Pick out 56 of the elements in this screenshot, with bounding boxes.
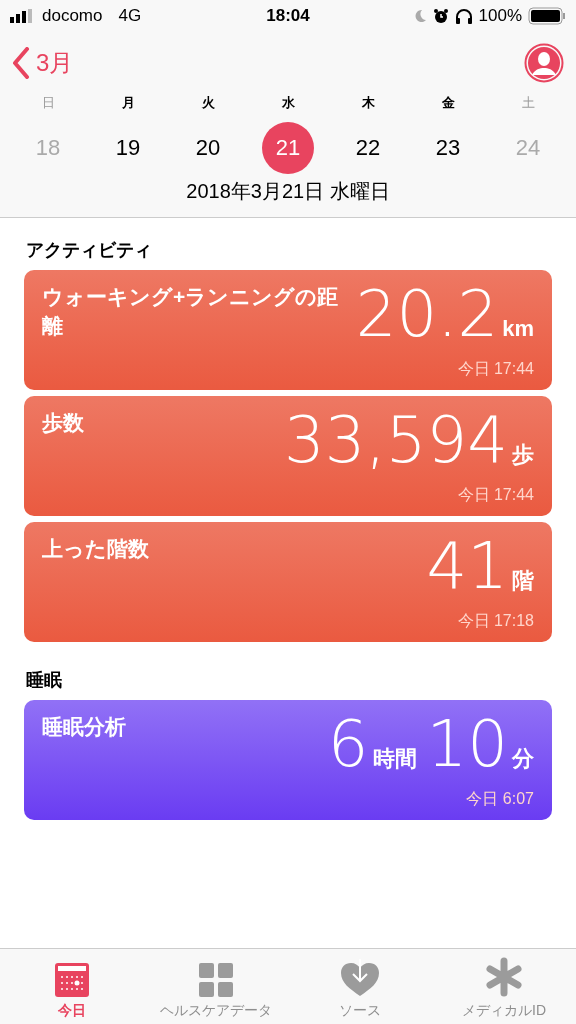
tab-button[interactable]: ソース bbox=[288, 949, 432, 1024]
metric-unit: 時間 bbox=[372, 745, 417, 773]
calendar-day[interactable]: 23 bbox=[422, 122, 474, 174]
carrier-name: docomo bbox=[42, 6, 103, 26]
weekday-label: 土 bbox=[521, 94, 535, 112]
full-date: 2018年3月21日 水曜日 bbox=[186, 180, 390, 202]
clock-time: 18:04 bbox=[266, 6, 310, 26]
metric-value: 6 bbox=[327, 712, 369, 776]
calendar-day[interactable]: 21 bbox=[262, 122, 314, 174]
battery-percentage: 100% bbox=[478, 6, 522, 26]
section-title: アクティビティ bbox=[25, 239, 153, 262]
network-type: 4G bbox=[118, 6, 142, 26]
calendar-day[interactable]: 24 bbox=[502, 122, 554, 174]
metric-value: 20.2 bbox=[355, 282, 499, 346]
metric-unit: 階 bbox=[512, 567, 534, 595]
section-title: 睡眠 bbox=[25, 669, 63, 692]
timestamp: 今日 17:44 bbox=[457, 359, 534, 379]
metric-label: 歩数 bbox=[42, 410, 84, 436]
grid-icon bbox=[199, 963, 233, 997]
timestamp: 今日 17:44 bbox=[457, 485, 534, 505]
tab-button[interactable]: ヘルスケアデータ bbox=[144, 949, 288, 1024]
heart-download-icon bbox=[340, 959, 380, 997]
calendar-day[interactable]: 22 bbox=[342, 122, 394, 174]
weekday-label: 木 bbox=[361, 94, 375, 112]
metric-card[interactable]: 歩数 33,594 歩 今日 17:44 bbox=[24, 396, 552, 516]
metric-unit: km bbox=[502, 316, 534, 342]
headphones-icon bbox=[454, 8, 473, 24]
weekday-label: 月 bbox=[121, 94, 135, 112]
chevron-left-icon bbox=[12, 47, 30, 79]
metric-label: 睡眠分析 bbox=[42, 714, 126, 740]
alarm-clock-icon bbox=[432, 8, 449, 24]
metric-unit: 分 bbox=[512, 745, 534, 773]
timestamp: 今日 6:07 bbox=[466, 789, 534, 809]
metric-label: 上った階数 bbox=[42, 536, 149, 562]
weekday-label: 金 bbox=[441, 94, 455, 112]
weekday-label: 火 bbox=[201, 94, 215, 112]
tab-button[interactable]: メディカルID bbox=[432, 949, 576, 1024]
metric-card[interactable]: 上った階数 41 階 今日 17:18 bbox=[24, 522, 552, 642]
back-button[interactable]: 3月 bbox=[12, 47, 74, 79]
timestamp: 今日 17:18 bbox=[457, 611, 534, 631]
metric-value: 41 bbox=[426, 534, 508, 598]
calendar-day[interactable]: 19 bbox=[102, 122, 154, 174]
weekday-label: 水 bbox=[281, 94, 295, 112]
profile-icon[interactable] bbox=[524, 43, 564, 83]
battery-icon bbox=[528, 7, 566, 25]
metric-value: 10 bbox=[426, 712, 508, 776]
asterisk-icon bbox=[485, 957, 523, 997]
calendar-day[interactable]: 18 bbox=[22, 122, 74, 174]
calendar-icon bbox=[55, 963, 89, 997]
tab-button[interactable]: 今日 bbox=[0, 949, 144, 1024]
metric-value: 33,594 bbox=[284, 408, 508, 472]
weekday-label: 日 bbox=[41, 94, 55, 112]
metric-card[interactable]: 睡眠分析 6 時間 10 分 今日 6:07 bbox=[24, 700, 552, 820]
calendar-day[interactable]: 20 bbox=[182, 122, 234, 174]
metric-label: ウォーキング+ランニングの距離 bbox=[42, 284, 340, 340]
metric-unit: 歩 bbox=[512, 441, 534, 469]
